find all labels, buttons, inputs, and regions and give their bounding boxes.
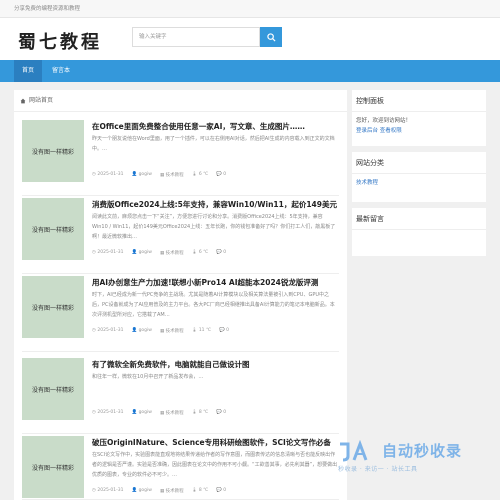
post-excerpt: 阅读此文前，麻烦您点击一下“关注”，方便您进行讨论和分享。消费版Office20… (92, 214, 336, 240)
post-temp: 🌡 11 ℃ (191, 328, 212, 333)
post-excerpt: 昨天一个朋友说他在Word里面，用了一个插件，可以在右侧用AI对话，然后把AI生… (92, 136, 335, 152)
nav-item-home[interactable]: 首页 (14, 60, 43, 82)
search-icon (266, 32, 276, 42)
breadcrumb: 网站首页 (14, 90, 347, 112)
widget-title: 控制面板 (352, 90, 486, 112)
post-thumbnail[interactable]: 没有图一样精彩 (22, 198, 84, 260)
post-item: 没有图一样精彩 用AI办创意生产力加速!联想小新Pro14 AI超能本2024锐… (22, 276, 339, 352)
search-box: 输入关键字 (132, 27, 282, 47)
post-comments[interactable]: 💬 0 (219, 328, 229, 334)
post-title[interactable]: 用AI办创意生产力加速!联想小新Pro14 AI超能本2024锐龙版评测 (92, 277, 318, 288)
post-author[interactable]: 👤 gogiw (132, 488, 152, 494)
site-logo[interactable]: 蜀七教程 (18, 28, 102, 54)
post-date: ◷ 2025-01-31 (92, 328, 124, 333)
watermark-brand: 自动秒收录 (382, 442, 463, 460)
post-comments[interactable]: 💬 0 (216, 488, 226, 494)
post-temp: 🌡 8 ℃ (191, 488, 209, 493)
post-comments[interactable]: 💬 0 (216, 172, 226, 178)
post-temp: 🌡 8 ℃ (191, 410, 209, 415)
search-input[interactable]: 输入关键字 (132, 27, 260, 47)
post-thumbnail[interactable]: 没有图一样精彩 (22, 358, 84, 420)
post-title[interactable]: 在Office里面免费整合使用任意一家AI，写文章、生成图片…… (92, 121, 305, 132)
post-category[interactable]: ▦ 技术教程 (160, 328, 184, 334)
post-category[interactable]: ▦ 技术教程 (160, 250, 184, 256)
breadcrumb-label[interactable]: 网站首页 (29, 90, 53, 112)
post-excerpt: 时下，AI已经成为新一代PC竞争的主战场。尤其是随着AI计算模块以及相关算法量被… (92, 292, 335, 318)
post-item: 没有图一样精彩 在Office里面免费整合使用任意一家AI，写文章、生成图片……… (22, 120, 339, 196)
post-comments[interactable]: 💬 0 (216, 410, 226, 416)
home-icon (20, 98, 26, 103)
nav-item-guestbook[interactable]: 留言本 (44, 60, 78, 82)
welcome-text: 您好，欢迎到访网站！ (356, 118, 412, 124)
post-meta: ◷ 2025-01-31 👤 gogiw ▦ 技术教程 🌡 6 ℃ 💬 0 (92, 250, 226, 256)
control-panel-widget: 控制面板 您好，欢迎到访网站！ 登录后台 查看权限 (352, 90, 486, 146)
post-author[interactable]: 👤 gogiw (132, 328, 152, 334)
main-content: 网站首页 没有图一样精彩 在Office里面免费整合使用任意一家AI，写文章、生… (14, 90, 347, 500)
post-meta: ◷ 2025-01-31 👤 gogiw ▦ 技术教程 🌡 11 ℃ 💬 0 (92, 328, 229, 334)
post-item: 没有图一样精彩 有了微软全新免费软件，电脑就能自己做设计图 和往年一样，微软在1… (22, 358, 339, 434)
post-excerpt: 和往年一样，微软在10月中召开了新品发布会，… (92, 374, 204, 380)
post-meta: ◷ 2025-01-31 👤 gogiw ▦ 技术教程 🌡 8 ℃ 💬 0 (92, 410, 226, 416)
site-tagline: 分享免费的编程资源和教程 (14, 6, 81, 12)
post-date: ◷ 2025-01-31 (92, 250, 124, 255)
top-bar: 分享免费的编程资源和教程 (0, 0, 500, 18)
post-title[interactable]: 消费版Office2024上线:5年支持，兼容Win10/Win11，起价149… (92, 199, 337, 210)
post-category[interactable]: ▦ 技术教程 (160, 488, 184, 494)
post-meta: ◷ 2025-01-31 👤 gogiw ▦ 技术教程 🌡 6 ℃ 💬 0 (92, 172, 226, 178)
post-date: ◷ 2025-01-31 (92, 172, 124, 177)
post-author[interactable]: 👤 gogiw (132, 172, 152, 178)
post-meta: ◷ 2025-01-31 👤 gogiw ▦ 技术教程 🌡 8 ℃ 💬 0 (92, 488, 226, 494)
post-item: 没有图一样精彩 破压OriginINature、Science专用科研绘图软件，… (22, 436, 339, 500)
view-permissions-link[interactable]: 查看权限 (380, 128, 402, 134)
categories-widget: 网站分类 技术教程 (352, 152, 486, 202)
post-category[interactable]: ▦ 技术教程 (160, 172, 184, 178)
post-temp: 🌡 6 ℃ (191, 250, 209, 255)
watermark-logo-icon (340, 440, 368, 462)
post-category[interactable]: ▦ 技术教程 (160, 410, 184, 416)
post-title[interactable]: 有了微软全新免费软件，电脑就能自己做设计图 (92, 359, 250, 370)
watermark: 自动秒收录 秒收录 · 来访一 · 站长工具 (338, 440, 488, 480)
post-thumbnail[interactable]: 没有图一样精彩 (22, 120, 84, 182)
post-temp: 🌡 6 ℃ (191, 172, 209, 177)
watermark-slogan: 秒收录 · 来访一 · 站长工具 (338, 466, 418, 473)
widget-title: 网站分类 (352, 152, 486, 174)
admin-login-link[interactable]: 登录后台 (356, 128, 378, 134)
post-author[interactable]: 👤 gogiw (132, 250, 152, 256)
post-date: ◷ 2025-01-31 (92, 488, 124, 493)
main-nav: 首页 留言本 (0, 60, 500, 82)
widget-title: 最新留言 (352, 208, 486, 230)
post-item: 没有图一样精彩 消费版Office2024上线:5年支持，兼容Win10/Win… (22, 198, 339, 274)
post-title[interactable]: 破压OriginINature、Science专用科研绘图软件，SCI论文写作必… (92, 437, 331, 448)
post-author[interactable]: 👤 gogiw (132, 410, 152, 416)
recent-comments-widget: 最新留言 (352, 208, 486, 256)
post-comments[interactable]: 💬 0 (216, 250, 226, 256)
post-date: ◷ 2025-01-31 (92, 410, 124, 415)
post-thumbnail[interactable]: 没有图一样精彩 (22, 436, 84, 498)
post-thumbnail[interactable]: 没有图一样精彩 (22, 276, 84, 338)
search-button[interactable] (260, 27, 282, 47)
category-link[interactable]: 技术教程 (356, 178, 482, 188)
post-excerpt: 在SCI论文写作中，实验图表能直观地将结果传递给作者的写作意图，而图表传达的信息… (92, 452, 338, 478)
